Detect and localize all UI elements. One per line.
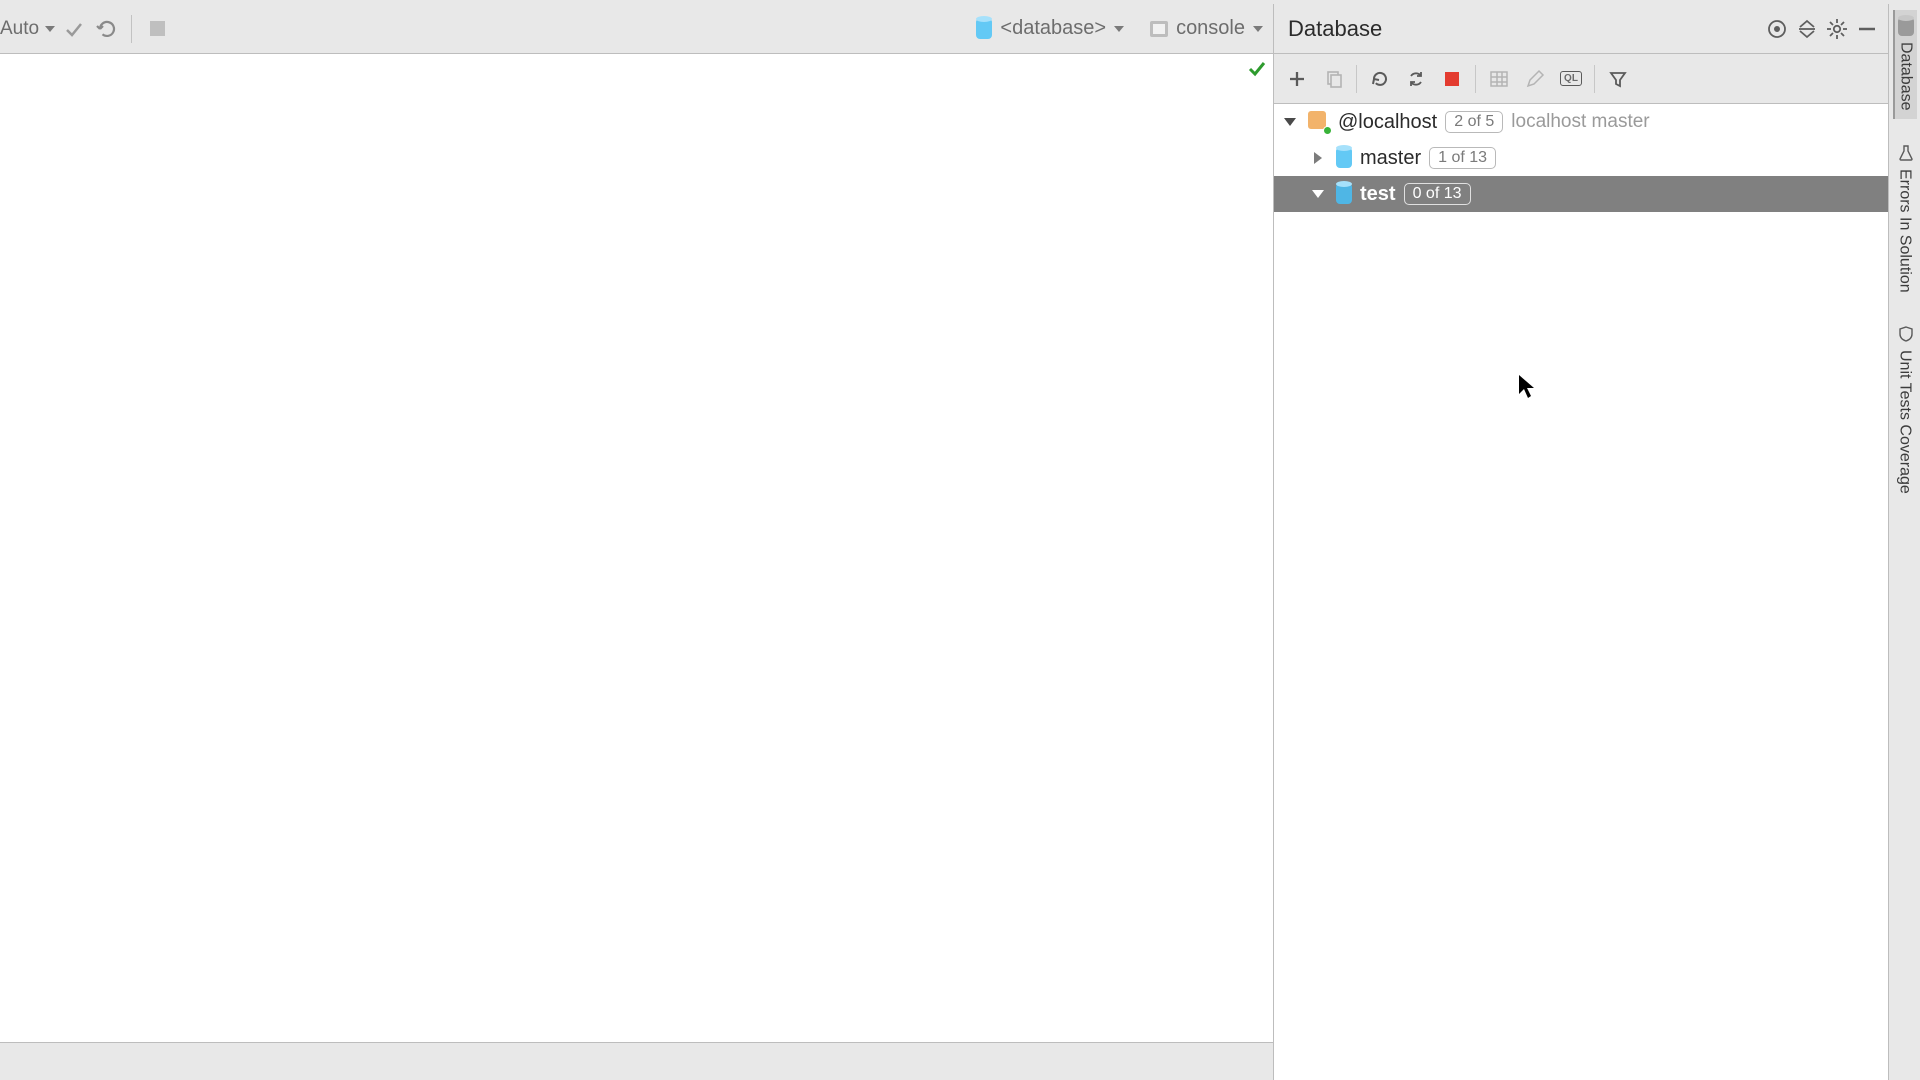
table-view-icon [1482,62,1516,96]
database-tree[interactable]: @localhost 2 of 5 localhost master maste… [1274,104,1888,1080]
datasource-icon [1308,111,1330,133]
expand-toggle[interactable] [1308,190,1328,198]
new-datasource-icon[interactable] [1280,62,1314,96]
editor-toolbar: Auto <database> console [0,4,1273,54]
toolbar-separator [131,15,132,43]
stop-icon[interactable] [1435,62,1469,96]
rollback-icon[interactable] [93,16,119,42]
tx-mode-label: Auto [0,18,39,40]
flask-icon [1896,145,1914,163]
console-dropdown[interactable]: console [1150,17,1263,40]
tx-mode-dropdown[interactable]: Auto [0,18,55,40]
schema-badge: 1 of 13 [1429,147,1496,169]
database-icon [1336,184,1352,204]
sync-icon[interactable] [1399,62,1433,96]
editor-column: Auto <database> console [0,4,1274,1080]
database-icon [1898,18,1914,36]
database-toolbar: QL [1274,54,1888,104]
database-icon [1336,148,1352,168]
connection-badge: 2 of 5 [1445,111,1503,133]
tree-connection-row[interactable]: @localhost 2 of 5 localhost master [1274,104,1888,140]
chevron-down-icon [1114,26,1124,32]
schema-name: master [1360,147,1421,170]
editor-footer [0,1042,1273,1080]
schema-name: test [1360,183,1396,206]
connection-name: @localhost [1338,111,1437,134]
editor-body[interactable] [0,54,1273,1042]
chevron-down-icon [1253,26,1263,32]
tree-schema-row[interactable]: test 0 of 13 [1274,176,1888,212]
right-tool-rail: Database Errors In Solution Unit Tests C… [1889,4,1920,1080]
jump-to-console-button[interactable]: QL [1554,62,1588,96]
scroll-from-source-icon[interactable] [1762,14,1792,44]
collapse-all-icon[interactable] [1792,14,1822,44]
duplicate-icon [1316,62,1350,96]
panel-title: Database [1288,16,1382,42]
inspection-ok-icon[interactable] [1247,58,1267,78]
edit-icon [1518,62,1552,96]
commit-icon[interactable] [61,16,87,42]
settings-icon[interactable] [1822,14,1852,44]
console-dropdown-label: console [1176,17,1245,40]
stop-button[interactable] [144,16,170,42]
shield-icon [1896,326,1914,344]
rail-label: Errors In Solution [1896,169,1914,293]
refresh-icon[interactable] [1363,62,1397,96]
rail-tab-errors[interactable]: Errors In Solution [1894,137,1916,301]
ql-badge: QL [1560,71,1582,86]
rail-label: Database [1897,42,1915,111]
rail-tab-database[interactable]: Database [1893,10,1917,119]
database-icon [976,19,992,39]
tree-schema-row[interactable]: master 1 of 13 [1274,140,1888,176]
filter-icon[interactable] [1601,62,1635,96]
connection-hint: localhost master [1511,111,1649,133]
mouse-cursor-icon [1518,374,1536,400]
database-dropdown-label: <database> [1000,17,1106,40]
chevron-down-icon [45,26,55,32]
rail-label: Unit Tests Coverage [1896,350,1914,494]
console-icon [1150,21,1168,37]
expand-toggle[interactable] [1308,152,1328,164]
schema-badge: 0 of 13 [1404,183,1471,205]
database-panel-titlebar: Database [1274,4,1888,54]
hide-panel-icon[interactable] [1852,14,1882,44]
expand-toggle[interactable] [1280,118,1300,126]
rail-tab-coverage[interactable]: Unit Tests Coverage [1894,318,1916,502]
database-panel: Database [1274,4,1889,1080]
database-dropdown[interactable]: <database> [976,17,1124,40]
